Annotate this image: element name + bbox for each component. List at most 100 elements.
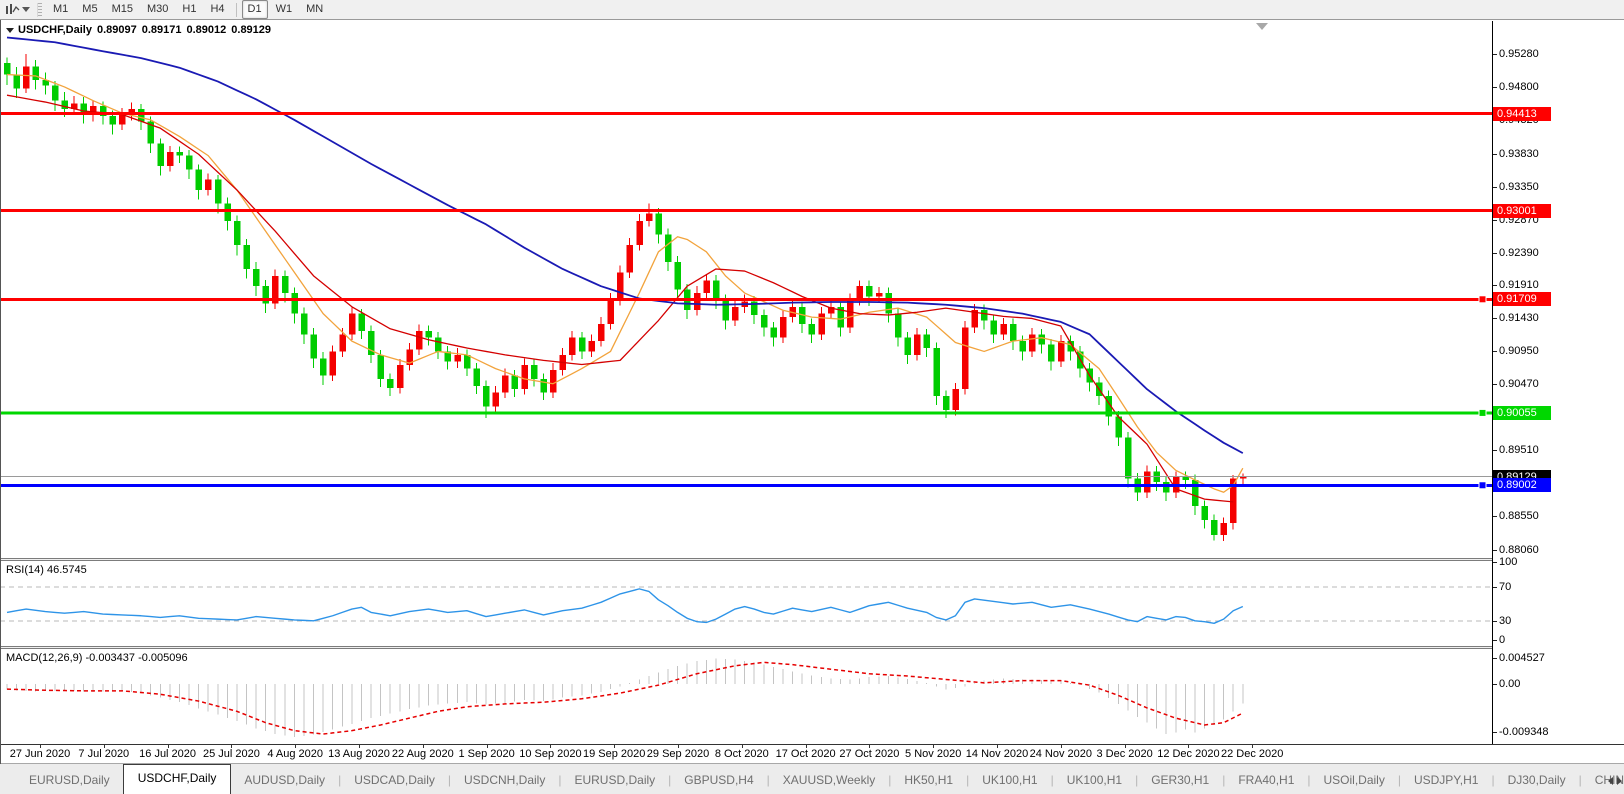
time-axis-label: 3 Dec 2020 (1096, 748, 1152, 760)
time-axis-label: 17 Oct 2020 (776, 748, 836, 760)
rsi-label: RSI(14) 46.5745 (6, 564, 87, 576)
chart-style-icon[interactable] (3, 2, 21, 18)
time-axis-label: 8 Oct 2020 (715, 748, 769, 760)
price-tick-label: 0.90950 (1499, 345, 1539, 357)
axis-tick-mark (1493, 621, 1497, 622)
axis-tick-mark (1493, 516, 1497, 517)
chart-tab-xauusd-weekly[interactable]: XAUUSD,Weekly (770, 767, 888, 794)
axis-tick-mark (1493, 732, 1497, 733)
timeframe-button-d1[interactable]: D1 (242, 0, 268, 19)
macd-label: MACD(12,26,9) -0.003437 -0.005096 (6, 652, 188, 664)
chart-tab-eurusd-daily[interactable]: EURUSD,Daily (16, 767, 123, 794)
macd-svg[interactable] (0, 649, 1492, 744)
price-tick-label: 0.91430 (1499, 312, 1539, 324)
tab-scroll-right-icon[interactable] (1617, 777, 1622, 785)
timeframe-button-h1[interactable]: H1 (176, 0, 202, 19)
rsi-tick-label: 70 (1499, 581, 1511, 593)
macd-signal-line (7, 662, 1243, 734)
rsi-tick-label: 0 (1499, 634, 1505, 646)
chart-tab-gbpusd-h4[interactable]: GBPUSD,H4 (671, 767, 766, 794)
timeframe-button-w1[interactable]: W1 (270, 0, 299, 19)
pane-separator[interactable] (0, 558, 1624, 561)
timeframe-button-h4[interactable]: H4 (204, 0, 230, 19)
ohlc-low: 0.89012 (187, 24, 227, 36)
rsi-svg[interactable] (0, 561, 1492, 646)
chart-tab-audusd-daily[interactable]: AUDUSD,Daily (231, 767, 338, 794)
macd-pane[interactable]: MACD(12,26,9) -0.003437 -0.005096 (0, 649, 1492, 744)
chevron-down-icon[interactable] (22, 7, 30, 12)
timeframe-button-m5[interactable]: M5 (76, 0, 103, 19)
chart-tab-eurusd-daily[interactable]: EURUSD,Daily (561, 767, 668, 794)
time-axis-label: 7 Jul 2020 (78, 748, 129, 760)
time-axis-label: 24 Nov 2020 (1030, 748, 1092, 760)
level-handle[interactable] (1479, 409, 1486, 416)
chart-tab-hk50-h1[interactable]: HK50,H1 (891, 767, 966, 794)
chart-tab-uk100-h1[interactable]: UK100,H1 (969, 767, 1050, 794)
macd-tick-label: -0.009348 (1499, 726, 1549, 738)
time-axis-label: 1 Sep 2020 (458, 748, 514, 760)
timeframe-button-m15[interactable]: M15 (106, 0, 139, 19)
window-left-border (0, 20, 1, 764)
pane-separator[interactable] (0, 646, 1624, 649)
axis-tick-mark (1493, 285, 1497, 286)
tab-scroll-left-icon[interactable] (1608, 777, 1613, 785)
time-axis-label: 29 Sep 2020 (647, 748, 709, 760)
axis-tick-mark (1493, 384, 1497, 385)
candles-layer (4, 54, 1246, 541)
rsi-tick-label: 100 (1499, 556, 1517, 568)
rsi-tick-label: 30 (1499, 615, 1511, 627)
axis-tick-mark (1493, 658, 1497, 659)
price-tick-label: 0.94800 (1499, 81, 1539, 93)
time-axis-label: 4 Aug 2020 (267, 748, 323, 760)
timeframe-button-m1[interactable]: M1 (47, 0, 74, 19)
level-handle[interactable] (1479, 482, 1486, 489)
price-axis[interactable]: 0.952800.948000.943200.938300.933500.928… (1492, 21, 1624, 744)
price-tick-label: 0.95280 (1499, 48, 1539, 60)
level-price-label-0.90055: 0.90055 (1493, 406, 1551, 420)
price-tick-label: 0.92390 (1499, 247, 1539, 259)
chart-tab-uk100-h1[interactable]: UK100,H1 (1054, 767, 1135, 794)
ma-slow-line (7, 37, 1243, 453)
timeframe-button-m30[interactable]: M30 (141, 0, 174, 19)
axis-tick-mark (1493, 550, 1497, 551)
collapse-triangle-icon[interactable] (6, 28, 14, 33)
price-tick-label: 0.91910 (1499, 279, 1539, 291)
toolbar-grip[interactable] (37, 3, 42, 17)
timeframe-button-mn[interactable]: MN (300, 0, 329, 19)
chart-tab-dj30-daily[interactable]: DJ30,Daily (1495, 767, 1579, 794)
main-chart-svg[interactable] (0, 21, 1492, 558)
ma-fast-line (7, 75, 1243, 493)
time-axis-label: 27 Jun 2020 (10, 748, 71, 760)
time-axis-label: 22 Aug 2020 (392, 748, 454, 760)
axis-tick-mark (1493, 640, 1497, 641)
time-axis-label: 13 Aug 2020 (328, 748, 390, 760)
axis-tick-mark (1493, 220, 1497, 221)
main-chart-pane[interactable]: USDCHF,Daily0.890970.891710.890120.89129 (0, 21, 1492, 558)
toolbar-separator (236, 3, 237, 17)
axis-tick-mark (1493, 351, 1497, 352)
chart-title: USDCHF,Daily0.890970.891710.890120.89129 (6, 24, 276, 36)
macd-histogram (7, 658, 1243, 737)
chart-tab-usdcnh-daily[interactable]: USDCNH,Daily (451, 767, 558, 794)
chart-tab-usdcad-daily[interactable]: USDCAD,Daily (341, 767, 448, 794)
chart-symbol-period: USDCHF,Daily (18, 24, 92, 36)
chart-tab-bar: EURUSD,DailyUSDCHF,DailyAUDUSD,Daily|USD… (0, 763, 1624, 794)
level-handle[interactable] (1479, 296, 1486, 303)
chart-tab-usdjpy-h1[interactable]: USDJPY,H1 (1401, 767, 1491, 794)
level-price-label-0.91709: 0.91709 (1493, 292, 1551, 306)
chart-tab-fra40-h1[interactable]: FRA40,H1 (1225, 767, 1307, 794)
rsi-line (7, 589, 1243, 623)
chart-tab-usdchf-daily[interactable]: USDCHF,Daily (123, 764, 232, 794)
price-tick-label: 0.90470 (1499, 378, 1539, 390)
rsi-pane[interactable]: RSI(14) 46.5745 (0, 561, 1492, 646)
chart-shift-marker-icon[interactable] (1256, 23, 1268, 30)
axis-tick-mark (1493, 587, 1497, 588)
price-tick-label: 0.88060 (1499, 544, 1539, 556)
axis-tick-mark (1493, 54, 1497, 55)
chart-tab-ger30-h1[interactable]: GER30,H1 (1138, 767, 1222, 794)
level-price-label-0.94413: 0.94413 (1493, 107, 1551, 121)
toolbar: M1M5M15M30H1H4 D1W1MN (0, 0, 1624, 20)
macd-values: -0.003437 -0.005096 (85, 652, 187, 664)
chart-tab-usoil-daily[interactable]: USOil,Daily (1311, 767, 1398, 794)
time-axis[interactable]: 27 Jun 20207 Jul 202016 Jul 202025 Jul 2… (0, 744, 1624, 763)
